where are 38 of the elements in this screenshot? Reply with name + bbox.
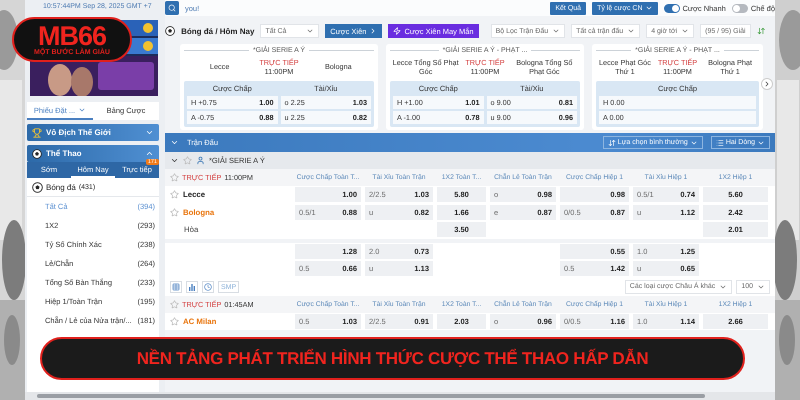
section-title: Vô Địch Thế Giới — [46, 128, 112, 137]
horizontal-scrollbar[interactable] — [25, 392, 775, 400]
table-icon[interactable] — [170, 280, 182, 292]
chevron-down-icon — [78, 106, 86, 114]
clock-icon[interactable] — [202, 280, 214, 292]
list-icon — [716, 138, 724, 146]
breadcrumb: Bóng đá / Hôm Nay — [181, 26, 254, 36]
soccer-ball-icon — [32, 182, 43, 192]
person-icon — [196, 156, 205, 165]
logo-text: MB66 — [38, 23, 106, 49]
soccer-ball-icon — [165, 25, 176, 37]
section-title: Thể Thao — [46, 149, 83, 158]
chevron-down-icon — [552, 27, 560, 35]
chevron-down-icon — [681, 27, 690, 35]
chevron-up-icon[interactable] — [145, 149, 154, 158]
toggle-switch[interactable] — [664, 4, 680, 12]
sort-icon[interactable] — [756, 26, 765, 36]
trophy-icon — [32, 128, 42, 138]
star-icon[interactable] — [170, 173, 179, 182]
promo-banner: NỀN TẢNG PHÁT TRIỂN HÌNH THỨC CƯỢC THỂ THAO HẤP DẪN — [40, 337, 745, 380]
next-button[interactable] — [761, 78, 773, 90]
toggle-switch[interactable] — [732, 4, 748, 12]
star-icon[interactable] — [170, 300, 179, 308]
chevron-down-icon — [627, 27, 636, 35]
chevron-right-icon — [763, 80, 771, 88]
chevron-down-icon — [306, 27, 314, 35]
star-icon[interactable] — [170, 316, 179, 326]
bar-chart-icon[interactable] — [186, 280, 198, 292]
soccer-ball-icon — [32, 148, 42, 158]
section-header[interactable]: Vô Địch Thế Giới — [27, 124, 159, 141]
star-icon[interactable] — [170, 190, 179, 200]
search-button[interactable] — [165, 1, 179, 15]
star-icon[interactable] — [183, 156, 192, 165]
star-icon[interactable] — [170, 208, 179, 217]
sort-icon — [608, 138, 616, 146]
search-icon — [168, 4, 176, 12]
chevron-down-icon — [644, 4, 653, 12]
lightning-icon — [393, 27, 402, 35]
